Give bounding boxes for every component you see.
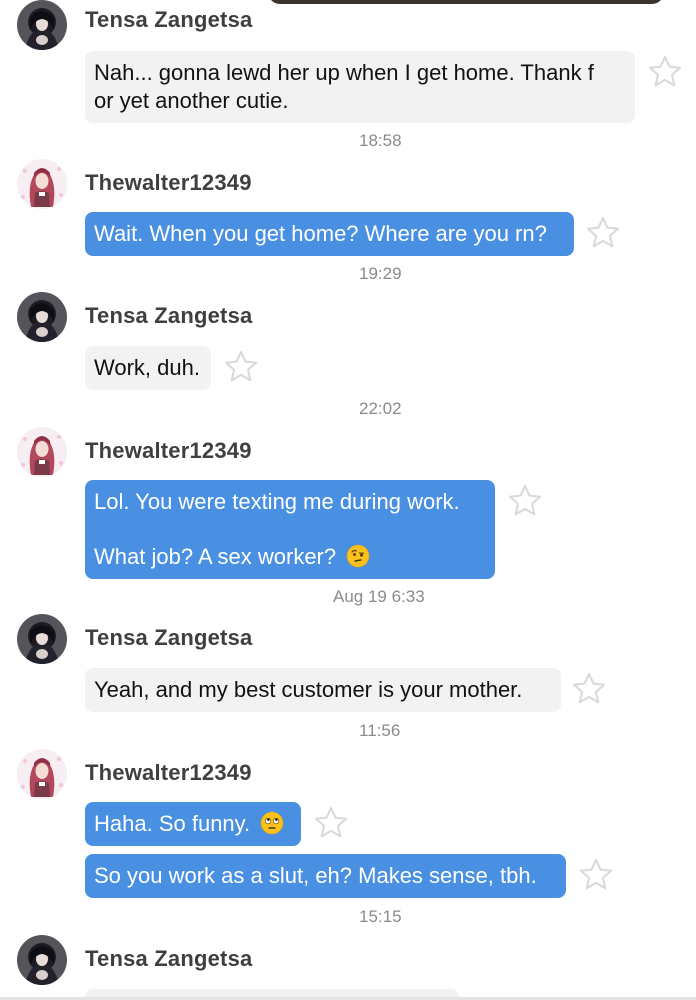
timestamp: 18:58	[359, 131, 402, 150]
message-bubble[interactable]: Work, duh.	[85, 346, 211, 390]
message-text: Lol. You were texting me during work.	[94, 489, 460, 514]
message-bubble[interactable]: Haha. So funny.	[85, 802, 301, 846]
sender-name: Tensa Zangetsa	[85, 7, 253, 32]
eye-roll-face-icon	[260, 811, 284, 835]
message-text: or yet another cutie.	[94, 88, 289, 113]
star-outline-icon[interactable]	[646, 53, 684, 91]
sender-name: Tensa Zangetsa	[85, 303, 253, 328]
timestamp: 22:02	[359, 399, 402, 418]
message-bubble[interactable]: Lol. You were texting me during work. Wh…	[85, 480, 495, 579]
avatar-tensa[interactable]	[17, 614, 67, 664]
shared-image-preview[interactable]	[268, 0, 664, 4]
avatar-tensa[interactable]	[17, 0, 67, 50]
message-bubble[interactable]: Nah... gonna lewd her up when I get home…	[85, 51, 635, 123]
message-text: Yeah, and my best customer is your mothe…	[94, 677, 523, 702]
avatar-walter[interactable]	[17, 159, 67, 209]
timestamp: 19:29	[359, 264, 402, 283]
avatar-walter[interactable]	[17, 749, 67, 799]
timestamp: 15:15	[359, 907, 402, 926]
raised-eyebrow-face-icon	[346, 544, 370, 568]
star-outline-icon[interactable]	[584, 214, 622, 252]
message-bubble-partial[interactable]	[85, 989, 459, 997]
message-text: What job? A sex worker?	[94, 544, 337, 569]
message-text: Nah... gonna lewd her up when I get home…	[94, 60, 594, 85]
sender-name: Thewalter12349	[85, 438, 252, 463]
star-outline-icon[interactable]	[222, 348, 260, 386]
message-bubble[interactable]: Wait. When you get home? Where are you r…	[85, 212, 574, 256]
message-text: Wait. When you get home? Where are you r…	[94, 221, 547, 246]
timestamp: 11:56	[359, 721, 401, 740]
message-text: Work, duh.	[94, 355, 200, 380]
avatar-tensa[interactable]	[17, 935, 67, 985]
star-outline-icon[interactable]	[312, 804, 350, 842]
message-text: Haha. So funny.	[94, 811, 251, 836]
star-outline-icon[interactable]	[570, 670, 608, 708]
sender-name: Tensa Zangetsa	[85, 946, 253, 971]
star-outline-icon[interactable]	[577, 856, 615, 894]
star-outline-icon[interactable]	[506, 482, 544, 520]
sender-name: Thewalter12349	[85, 760, 252, 785]
sender-name: Tensa Zangetsa	[85, 625, 253, 650]
message-text: So you work as a slut, eh? Makes sense, …	[94, 863, 537, 888]
message-bubble[interactable]: Yeah, and my best customer is your mothe…	[85, 668, 561, 712]
timestamp: Aug 19 6:33	[333, 587, 425, 606]
avatar-walter[interactable]	[17, 427, 67, 477]
sender-name: Thewalter12349	[85, 170, 252, 195]
message-bubble[interactable]: So you work as a slut, eh? Makes sense, …	[85, 854, 566, 898]
avatar-tensa[interactable]	[17, 292, 67, 342]
